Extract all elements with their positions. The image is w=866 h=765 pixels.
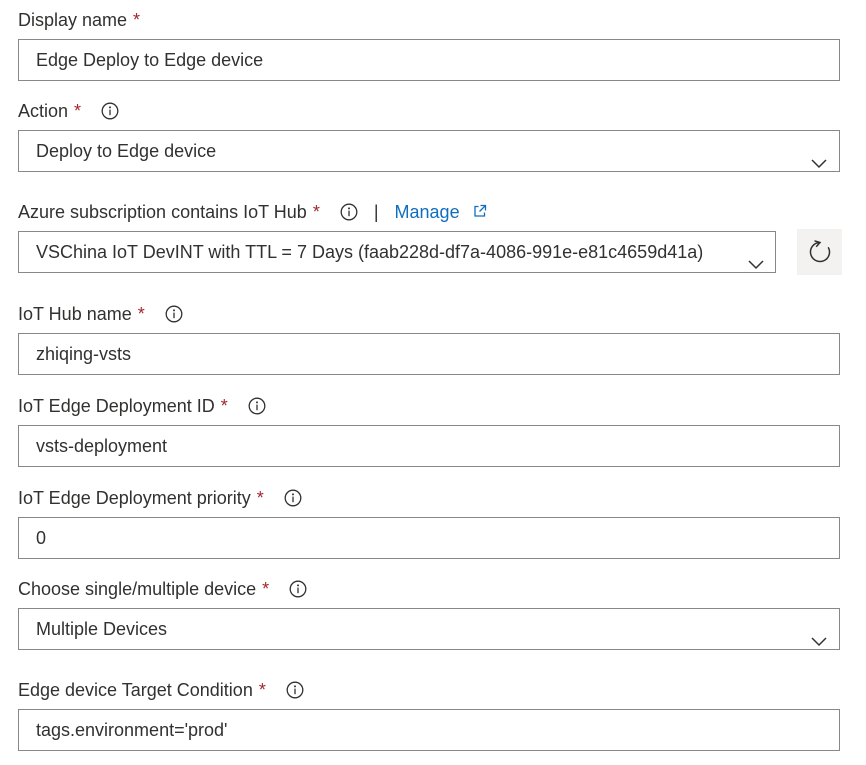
required-marker: * [137,304,145,324]
chevron-down-icon [748,245,764,270]
iot-hub-name-input[interactable]: zhiqing-vsts [18,333,840,375]
target-condition-value: tags.environment='prod' [36,720,228,740]
required-marker: * [133,10,141,30]
deployment-id-label-text: IoT Edge Deployment ID [18,396,215,416]
device-choice-label-text: Choose single/multiple device [18,579,257,599]
display-name-value: Edge Deploy to Edge device [36,50,264,70]
action-label-text: Action [18,101,69,121]
chevron-down-icon [811,622,827,647]
info-icon[interactable] [284,489,302,507]
iot-hub-name-label-text: IoT Hub name [18,304,132,324]
required-marker: * [312,202,320,222]
device-choice-label: Choose single/multiple device * [18,578,307,600]
action-label: Action * [18,100,119,122]
info-icon[interactable] [248,397,266,415]
required-marker: * [220,396,228,416]
iot-hub-name-label: IoT Hub name * [18,303,183,325]
deployment-id-value: vsts-deployment [36,436,168,456]
deployment-priority-label: IoT Edge Deployment priority * [18,487,302,509]
required-marker: * [74,101,82,121]
info-icon[interactable] [286,681,304,699]
deployment-priority-input[interactable]: 0 [18,517,840,559]
refresh-icon [809,240,831,263]
info-icon[interactable] [101,102,119,120]
manage-link-text: Manage [394,202,460,222]
required-marker: * [258,680,266,700]
info-icon[interactable] [340,203,358,221]
required-marker: * [262,579,270,599]
action-select-value: Deploy to Edge device [36,141,217,161]
subscription-label: Azure subscription contains IoT Hub * | … [18,201,487,223]
subscription-label-text: Azure subscription contains IoT Hub [18,202,307,222]
iot-hub-name-value: zhiqing-vsts [36,344,132,364]
refresh-button[interactable] [797,229,842,275]
deployment-priority-value: 0 [36,528,47,548]
subscription-select[interactable]: VSChina IoT DevINT with TTL = 7 Days (fa… [18,231,776,273]
device-choice-select[interactable]: Multiple Devices [18,608,840,650]
action-select[interactable]: Deploy to Edge device [18,130,840,172]
chevron-down-icon [811,144,827,169]
target-condition-input[interactable]: tags.environment='prod' [18,709,840,751]
target-condition-label-text: Edge device Target Condition [18,680,253,700]
label-separator: | [373,202,379,222]
display-name-label: Display name * [18,9,140,31]
info-icon[interactable] [165,305,183,323]
target-condition-label: Edge device Target Condition * [18,679,304,701]
deployment-id-input[interactable]: vsts-deployment [18,425,840,467]
device-choice-select-value: Multiple Devices [36,619,168,639]
deployment-id-label: IoT Edge Deployment ID * [18,395,266,417]
display-name-label-text: Display name [18,10,128,30]
display-name-input[interactable]: Edge Deploy to Edge device [18,39,840,81]
external-link-icon [473,201,487,217]
deployment-priority-label-text: IoT Edge Deployment priority [18,488,251,508]
required-marker: * [256,488,264,508]
subscription-select-value: VSChina IoT DevINT with TTL = 7 Days (fa… [36,242,704,262]
manage-link[interactable]: Manage [395,201,487,223]
info-icon[interactable] [289,580,307,598]
